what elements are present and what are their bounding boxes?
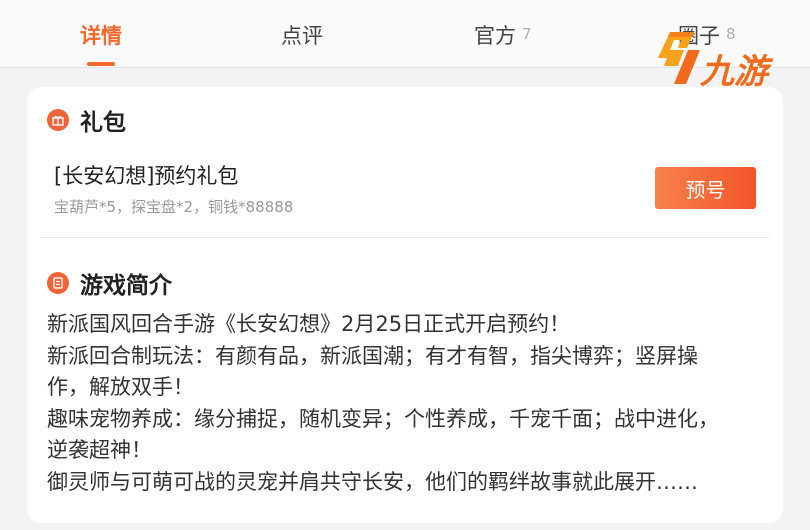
gift-name: [长安幻想]预约礼包: [54, 164, 239, 188]
tab-official-label: 官方: [474, 24, 516, 48]
tab-reviews-label: 点评: [281, 24, 323, 48]
tab-official-count: 7: [522, 25, 532, 43]
intro-line: 御灵师与可萌可战的灵宠并肩共守长安，他们的羁绊故事就此展开……: [47, 469, 698, 494]
gift-icon: [47, 109, 69, 131]
logo-text: 九游: [700, 52, 768, 92]
intro-line: 新派国风回合手游《长安幻想》2月25日正式开启预约！: [47, 312, 571, 336]
intro-line: 逆袭超神！: [47, 438, 152, 462]
reserve-gift-button[interactable]: 预号: [655, 167, 756, 209]
intro-line: 作，解放双手！: [47, 375, 194, 399]
tab-official[interactable]: 官方 7: [474, 20, 532, 52]
jiuyou-logo: 九游: [656, 26, 786, 92]
gift-item: [长安幻想]预约礼包 宝葫芦*5，探宝盘*2，铜钱*88888 预号: [54, 160, 756, 220]
tab-details[interactable]: 详情: [80, 20, 122, 52]
tab-details-label: 详情: [80, 24, 122, 48]
document-icon: [47, 272, 69, 294]
intro-line: 趣味宠物养成：缘分捕捉，随机变异；个性养成，千宠千面；战中进化，: [47, 406, 719, 431]
section-divider: [40, 237, 770, 238]
tab-reviews[interactable]: 点评: [281, 20, 323, 52]
content-card: 礼包 [长安幻想]预约礼包 宝葫芦*5，探宝盘*2，铜钱*88888 预号 游戏…: [27, 87, 783, 523]
jiuyou-logo-icon: [658, 32, 700, 84]
game-intro-text: 新派国风回合手游《长安幻想》2月25日正式开启预约！ 新派回合制玩法：有颜有品，…: [47, 309, 763, 498]
intro-line: 新派回合制玩法：有颜有品，新派国潮；有才有智，指尖博弈；竖屏操: [47, 343, 698, 368]
active-tab-indicator: [87, 62, 115, 66]
gift-section-header: 礼包: [47, 105, 126, 136]
intro-section-header: 游戏简介: [47, 268, 172, 299]
gift-section-title: 礼包: [80, 110, 126, 136]
gift-description: 宝葫芦*5，探宝盘*2，铜钱*88888: [54, 198, 294, 216]
intro-section-title: 游戏简介: [80, 273, 172, 299]
